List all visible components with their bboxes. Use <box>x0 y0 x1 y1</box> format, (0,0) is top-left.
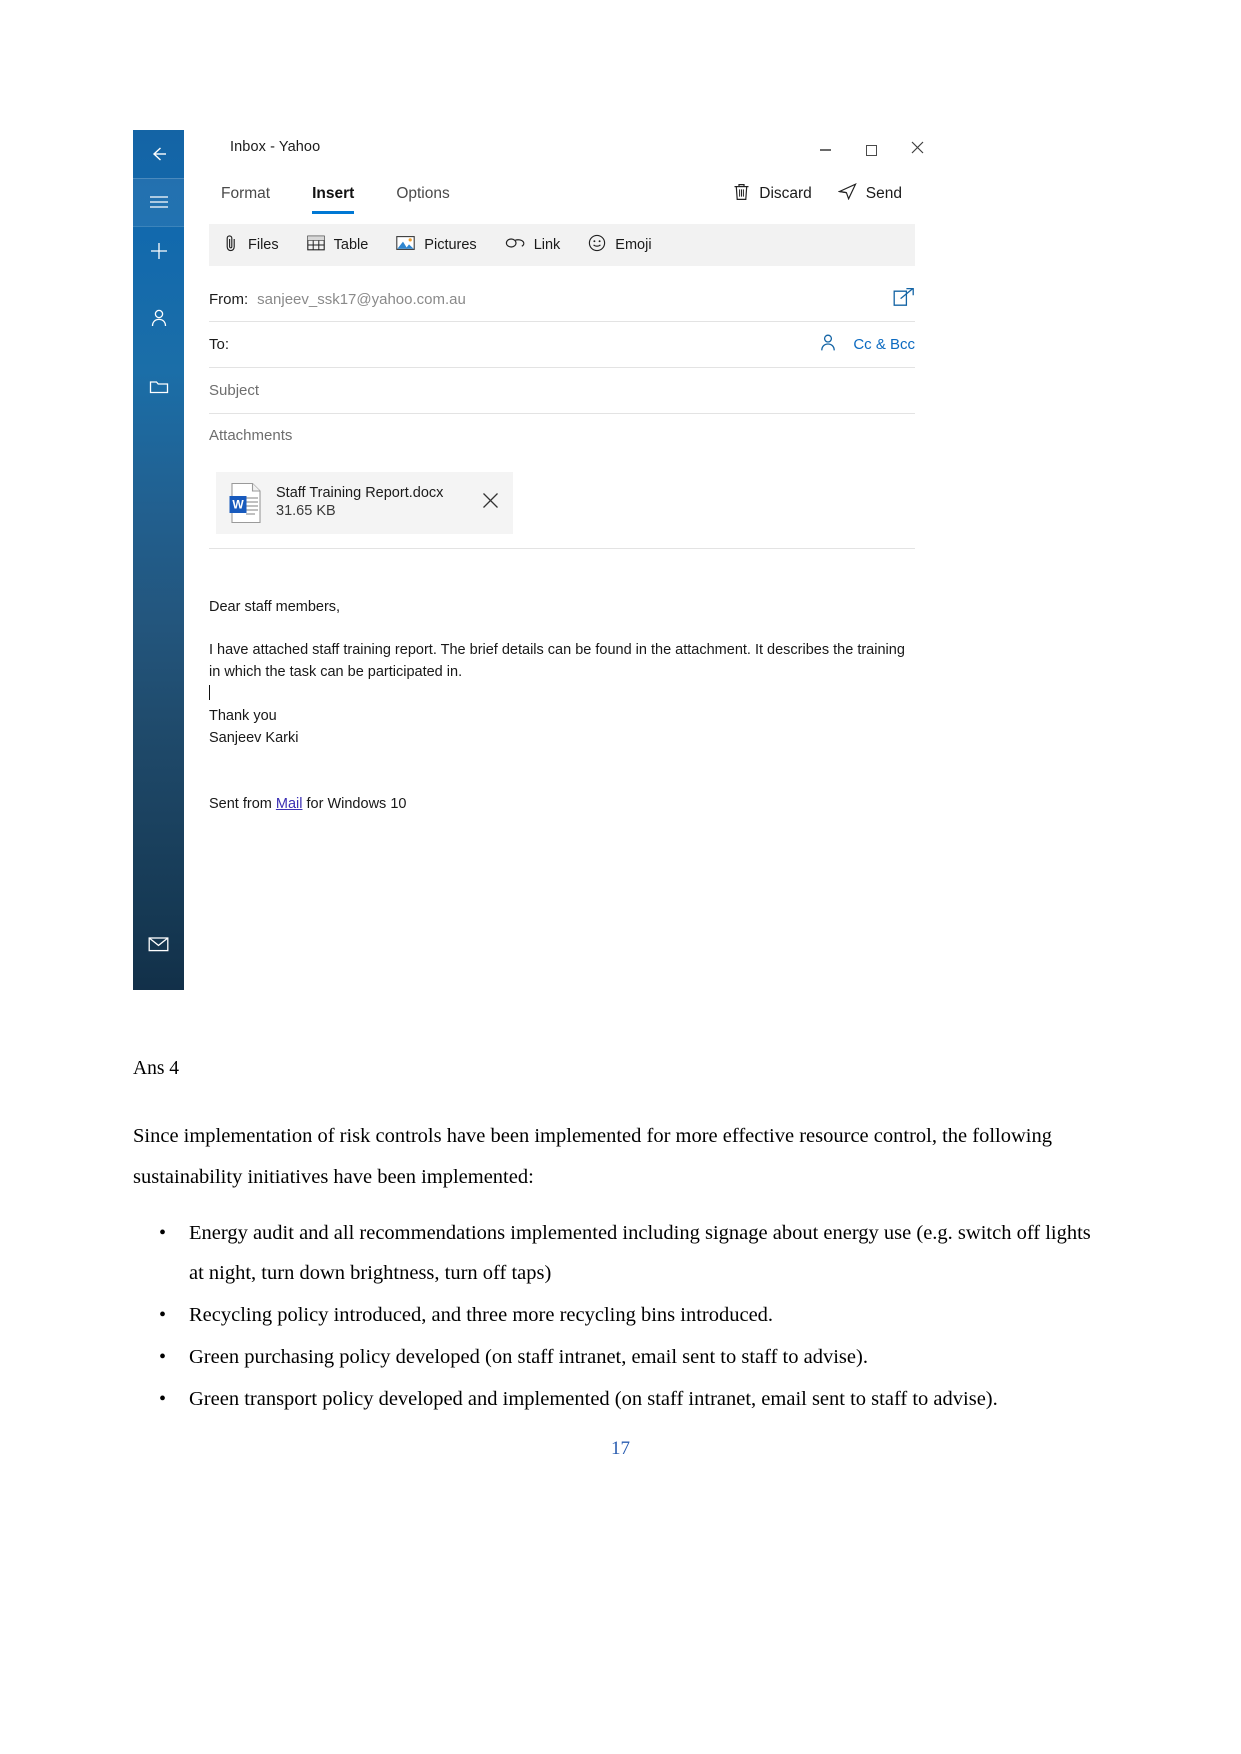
from-value: sanjeev_ssk17@yahoo.com.au <box>257 290 466 308</box>
message-signature-name: Sanjeev Karki <box>209 730 299 747</box>
answer-heading: Ans 4 <box>133 1058 180 1079</box>
mail-envelope-icon <box>148 936 169 952</box>
discard-button[interactable]: Discard <box>733 183 812 206</box>
toolbar-files-button[interactable]: Files <box>209 224 293 266</box>
compose-actions: Discard Send <box>707 174 940 214</box>
people-icon <box>150 308 168 328</box>
text-caret <box>209 685 210 701</box>
paperclip-icon <box>223 234 239 256</box>
title-bar: Inbox - Yahoo <box>184 130 940 170</box>
navigation-rail <box>133 130 184 990</box>
page-number: 17 <box>611 1438 630 1459</box>
message-body[interactable]: Dear staff members, I have attached staf… <box>209 596 915 815</box>
toolbar-pictures-button[interactable]: Pictures <box>382 224 490 266</box>
close-icon <box>911 141 924 159</box>
attachment-meta: Staff Training Report.docx 31.65 KB <box>276 484 443 522</box>
sustainability-initiatives-list: Energy audit and all recommendations imp… <box>133 1214 1108 1420</box>
document-content: Ans 4 Since implementation of risk contr… <box>133 1058 1108 1422</box>
list-item: Green purchasing policy developed (on st… <box>159 1338 1108 1378</box>
pop-out-window-icon[interactable] <box>893 287 915 312</box>
window-title: Inbox - Yahoo <box>230 139 321 155</box>
tab-insert[interactable]: Insert <box>312 174 355 214</box>
minimize-icon <box>819 149 831 151</box>
trash-icon <box>733 183 750 206</box>
mail-button[interactable] <box>133 920 184 968</box>
send-label: Send <box>865 185 902 202</box>
toolbar-table-button[interactable]: Table <box>293 224 383 266</box>
signature-spacer <box>209 749 915 793</box>
answer-intro-paragraph: Since implementation of risk controls ha… <box>133 1125 1052 1188</box>
smiley-face-icon <box>588 234 606 256</box>
attachment-card[interactable]: W Staff Training Report.docx 31.65 KB <box>216 472 513 534</box>
svg-text:W: W <box>232 498 244 512</box>
new-mail-button[interactable] <box>133 227 184 275</box>
toolbar-pictures-label: Pictures <box>424 237 477 253</box>
picture-image-icon <box>396 235 416 255</box>
plus-new-mail-icon <box>149 241 169 261</box>
people-button[interactable] <box>133 294 184 342</box>
subject-field-row[interactable]: Subject <box>209 368 915 414</box>
sent-from-line: Sent from Mail for Windows 10 <box>209 793 915 815</box>
insert-toolbar: Files Table Pictures Link Emoji <box>209 224 915 266</box>
sent-from-suffix: for Windows 10 <box>302 796 407 813</box>
link-chain-icon <box>505 236 525 254</box>
back-button[interactable] <box>133 130 184 178</box>
text-caret-line <box>209 683 915 705</box>
message-paragraph: I have attached staff training report. T… <box>209 642 905 681</box>
attachment-file-size: 31.65 KB <box>276 503 336 520</box>
tab-insert-label: Insert <box>312 185 355 202</box>
cc-bcc-button[interactable]: Cc & Bcc <box>853 336 915 353</box>
maximize-button[interactable] <box>848 130 894 170</box>
ribbon-tabs: Format Insert Options <box>184 174 492 214</box>
toolbar-emoji-button[interactable]: Emoji <box>574 224 665 266</box>
attachments-section-header: Attachments <box>209 414 915 456</box>
discard-label: Discard <box>759 185 812 202</box>
attachment-file-name: Staff Training Report.docx <box>276 485 444 502</box>
close-button[interactable] <box>894 130 940 170</box>
list-item: Green transport policy developed and imp… <box>159 1380 1108 1420</box>
toolbar-table-label: Table <box>333 237 369 253</box>
attachment-divider <box>209 548 915 549</box>
list-item: Recycling policy introduced, and three m… <box>159 1296 1108 1336</box>
calendar-button[interactable] <box>133 975 184 990</box>
to-field-row[interactable]: To: Cc & Bcc <box>209 322 915 368</box>
message-greeting: Dear staff members, <box>209 599 341 615</box>
from-field-row[interactable]: From: sanjeev_ssk17@yahoo.com.au <box>209 277 915 322</box>
person-picker-icon[interactable] <box>819 333 837 357</box>
tab-options[interactable]: Options <box>396 174 449 214</box>
sent-from-prefix: Sent from <box>209 796 276 813</box>
subject-input[interactable]: Subject <box>209 382 259 399</box>
remove-attachment-button[interactable] <box>482 492 499 514</box>
tab-options-label: Options <box>396 185 450 202</box>
folders-button[interactable] <box>133 362 184 410</box>
toolbar-files-label: Files <box>248 237 279 253</box>
tab-format-label: Format <box>221 185 271 202</box>
mail-app-link[interactable]: Mail <box>276 796 303 812</box>
window-controls <box>802 130 940 170</box>
mail-content-area: Inbox - Yahoo Format Insert Options Disc… <box>184 130 940 990</box>
tab-format[interactable]: Format <box>221 174 270 214</box>
attachments-label: Attachments <box>209 426 293 444</box>
toolbar-emoji-label: Emoji <box>615 237 652 253</box>
toolbar-link-button[interactable]: Link <box>491 224 575 266</box>
minimize-button[interactable] <box>802 130 848 170</box>
maximize-icon <box>865 144 877 156</box>
list-item: Energy audit and all recommendations imp… <box>159 1214 1108 1294</box>
word-document-icon: W <box>228 482 264 524</box>
to-label: To: <box>209 336 230 353</box>
toolbar-link-label: Link <box>533 237 561 253</box>
table-grid-icon <box>306 235 325 255</box>
hamburger-menu-icon <box>149 195 169 209</box>
send-button[interactable]: Send <box>837 182 902 205</box>
mail-app-screenshot: Inbox - Yahoo Format Insert Options Disc… <box>133 130 940 990</box>
folder-icon <box>149 378 169 395</box>
hamburger-menu-button[interactable] <box>133 178 184 226</box>
send-paper-plane-icon <box>837 182 857 205</box>
message-closing: Thank you <box>209 708 277 725</box>
back-arrow-icon <box>149 144 169 164</box>
from-label: From: <box>209 290 249 308</box>
